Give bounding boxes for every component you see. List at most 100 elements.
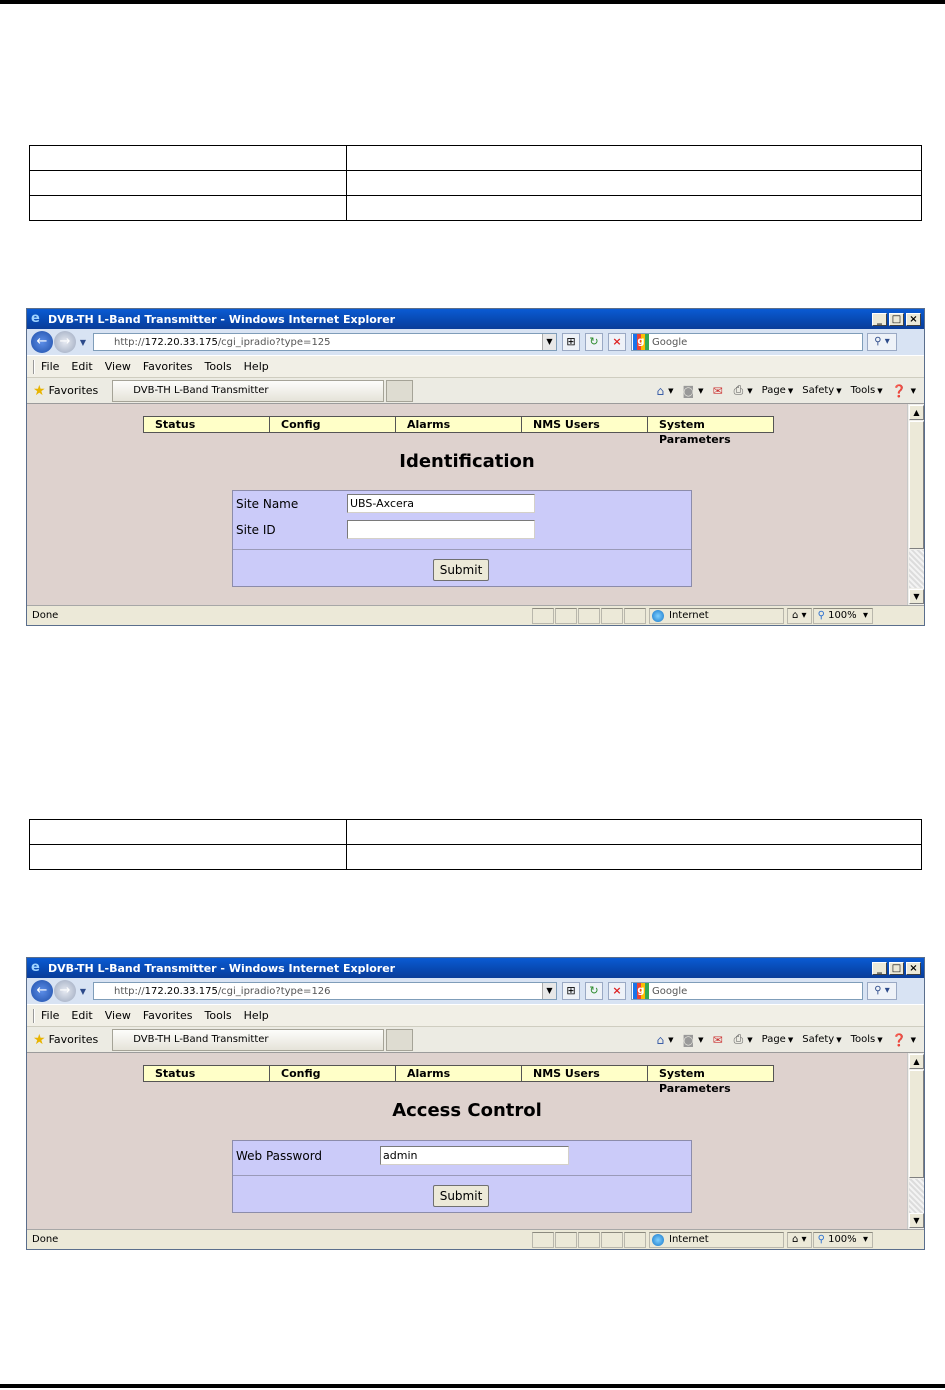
- history-dropdown-icon[interactable]: ▼: [77, 338, 89, 347]
- tab-status[interactable]: Status: [143, 1065, 270, 1082]
- menu-favorites[interactable]: Favorites: [143, 1009, 193, 1022]
- home-button[interactable]: ⌂ ▼: [657, 1033, 674, 1047]
- address-input[interactable]: http://172.20.33.175/cgi_ipradio?type=12…: [93, 333, 557, 351]
- tab-alarms[interactable]: Alarms: [395, 416, 522, 433]
- print-button[interactable]: ⎙ ▼: [734, 383, 753, 398]
- search-button[interactable]: ⚲ ▾: [867, 333, 897, 351]
- status-cell: [532, 607, 554, 624]
- search-input[interactable]: g Google: [631, 333, 863, 351]
- protected-mode-button[interactable]: ⌂ ▾: [787, 1231, 812, 1248]
- menu-tools[interactable]: Tools: [205, 360, 232, 373]
- security-zone[interactable]: Internet: [649, 1231, 784, 1248]
- submit-button[interactable]: Submit: [433, 559, 489, 581]
- table-cell: [346, 195, 922, 221]
- close-button[interactable]: ×: [906, 312, 921, 326]
- scroll-thumb[interactable]: [909, 1070, 924, 1178]
- address-dropdown-icon[interactable]: ▼: [542, 334, 556, 350]
- compatibility-icon[interactable]: ⊞: [562, 333, 580, 351]
- menu-tools[interactable]: Tools: [205, 1009, 232, 1022]
- stop-button[interactable]: ×: [608, 982, 626, 1000]
- star-icon[interactable]: ★: [33, 383, 46, 399]
- tab-config[interactable]: Config: [269, 1065, 396, 1082]
- close-button[interactable]: ×: [906, 961, 921, 975]
- tab-nms-users[interactable]: NMS Users: [521, 416, 648, 433]
- protected-mode-button[interactable]: ⌂ ▾: [787, 607, 812, 624]
- search-button[interactable]: ⚲ ▾: [867, 982, 897, 1000]
- forward-button[interactable]: →: [54, 331, 76, 353]
- forward-button[interactable]: →: [54, 980, 76, 1002]
- refresh-button[interactable]: ↻: [585, 333, 603, 351]
- favorites-button[interactable]: Favorites: [49, 384, 99, 397]
- scroll-up-button[interactable]: ▲: [909, 1054, 924, 1069]
- tools-menu[interactable]: Tools ▼: [851, 1034, 883, 1045]
- back-button[interactable]: ←: [31, 331, 53, 353]
- menu-favorites[interactable]: Favorites: [143, 360, 193, 373]
- google-icon: g: [633, 334, 649, 350]
- maximize-button[interactable]: □: [889, 961, 904, 975]
- tab-system-parameters[interactable]: System Parameters: [647, 416, 774, 446]
- maximize-button[interactable]: □: [889, 312, 904, 326]
- scroll-track[interactable]: [909, 1179, 924, 1213]
- vertical-scrollbar[interactable]: ▲ ▼: [907, 404, 924, 605]
- feeds-button[interactable]: ◙ ▼: [683, 1033, 704, 1047]
- refresh-button[interactable]: ↻: [585, 982, 603, 1000]
- tab-system-parameters[interactable]: System Parameters: [647, 1065, 774, 1095]
- tools-menu-label: Tools: [850, 1034, 876, 1045]
- history-dropdown-icon[interactable]: ▼: [77, 987, 89, 996]
- address-input[interactable]: http://172.20.33.175/cgi_ipradio?type=12…: [93, 982, 557, 1000]
- back-button[interactable]: ←: [31, 980, 53, 1002]
- stop-button[interactable]: ×: [608, 333, 626, 351]
- tab-status[interactable]: Status: [143, 416, 270, 433]
- menu-file[interactable]: File: [41, 360, 59, 373]
- vertical-scrollbar[interactable]: ▲ ▼: [907, 1053, 924, 1229]
- page-menu[interactable]: Page ▼: [762, 1034, 794, 1045]
- favorites-button[interactable]: Favorites: [49, 1033, 99, 1046]
- menu-file[interactable]: File: [41, 1009, 59, 1022]
- compatibility-icon[interactable]: ⊞: [562, 982, 580, 1000]
- print-button[interactable]: ⎙ ▼: [734, 1032, 753, 1047]
- web-password-input[interactable]: admin: [380, 1146, 569, 1165]
- menu-help[interactable]: Help: [244, 360, 269, 373]
- minimize-button[interactable]: _: [872, 312, 887, 326]
- security-zone[interactable]: Internet: [649, 607, 784, 624]
- help-button[interactable]: ❓ ▼: [892, 384, 916, 398]
- star-icon[interactable]: ★: [33, 1032, 46, 1048]
- scroll-up-button[interactable]: ▲: [909, 405, 924, 420]
- browser-tab[interactable]: DVB-TH L-Band Transmitter: [112, 379, 385, 402]
- address-dropdown-icon[interactable]: ▼: [542, 983, 556, 999]
- address-bar-row: ← → ▼ http://172.20.33.175/cgi_ipradio?t…: [27, 329, 924, 355]
- search-input[interactable]: g Google: [631, 982, 863, 1000]
- mail-button[interactable]: ✉: [713, 384, 725, 398]
- zoom-button[interactable]: ⚲ 100% ▾: [812, 607, 874, 624]
- menu-view[interactable]: View: [105, 360, 131, 373]
- menu-view[interactable]: View: [105, 1009, 131, 1022]
- scroll-track[interactable]: [909, 550, 924, 588]
- menu-grip: [33, 1008, 35, 1023]
- scroll-thumb[interactable]: [909, 421, 924, 549]
- scroll-down-button[interactable]: ▼: [909, 1213, 924, 1228]
- menu-edit[interactable]: Edit: [71, 360, 92, 373]
- mail-button[interactable]: ✉: [713, 1033, 725, 1047]
- minimize-button[interactable]: _: [872, 961, 887, 975]
- safety-menu[interactable]: Safety ▼: [802, 385, 841, 396]
- browser-tab[interactable]: DVB-TH L-Band Transmitter: [112, 1028, 385, 1051]
- tab-config[interactable]: Config: [269, 416, 396, 433]
- zoom-button[interactable]: ⚲ 100% ▾: [812, 1231, 874, 1248]
- help-button[interactable]: ❓ ▼: [892, 1033, 916, 1047]
- safety-menu[interactable]: Safety ▼: [802, 1034, 841, 1045]
- new-tab-button[interactable]: [386, 379, 414, 402]
- feeds-button[interactable]: ◙ ▼: [683, 384, 704, 398]
- tools-menu[interactable]: Tools ▼: [851, 385, 883, 396]
- submit-button[interactable]: Submit: [433, 1185, 489, 1207]
- scroll-down-button[interactable]: ▼: [909, 589, 924, 604]
- page-menu[interactable]: Page ▼: [762, 385, 794, 396]
- tab-alarms[interactable]: Alarms: [395, 1065, 522, 1082]
- menu-help[interactable]: Help: [244, 1009, 269, 1022]
- page-title: Access Control: [392, 1100, 542, 1121]
- menu-edit[interactable]: Edit: [71, 1009, 92, 1022]
- tab-nms-users[interactable]: NMS Users: [521, 1065, 648, 1082]
- home-button[interactable]: ⌂ ▼: [657, 384, 674, 398]
- site-name-input[interactable]: UBS-Axcera: [347, 494, 535, 513]
- site-id-input[interactable]: [347, 520, 535, 539]
- new-tab-button[interactable]: [386, 1028, 414, 1051]
